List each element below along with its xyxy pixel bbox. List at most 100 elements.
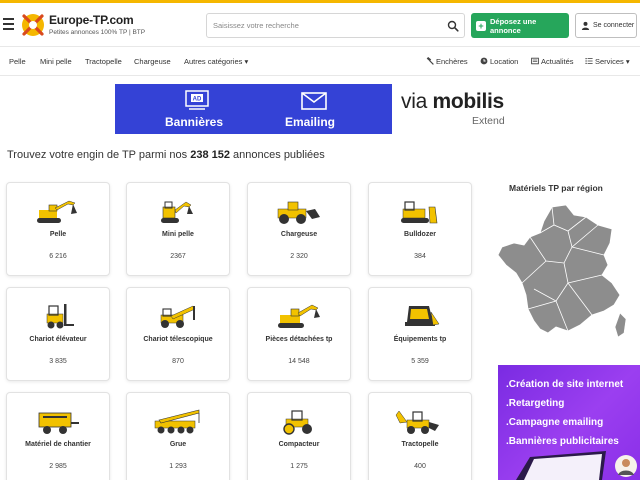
clock-icon	[480, 57, 488, 65]
nav-item-services[interactable]: Services ▾	[585, 57, 630, 66]
extend-text: Extend	[472, 115, 505, 127]
plus-icon: +	[476, 20, 486, 31]
category-card-bulldozer[interactable]: Bulldozer 384	[368, 182, 472, 276]
category-card-compacteur[interactable]: Compacteur 1 275	[247, 392, 351, 480]
nav-item-label: Enchères	[436, 57, 468, 66]
search-box	[206, 13, 465, 38]
category-count: 6 216	[49, 253, 67, 260]
nav-item-label: Actualités	[541, 57, 574, 66]
excavator-icon	[37, 200, 77, 223]
category-card-pelle[interactable]: Pelle 6 216	[6, 182, 110, 276]
excavator-parts-icon	[278, 304, 320, 328]
search-icon[interactable]	[447, 20, 459, 32]
category-card-chariot-telescopique[interactable]: Chariot télescopique 870	[126, 287, 230, 381]
nav-item-tractopelle[interactable]: Tractopelle	[85, 57, 122, 66]
compressor-icon	[38, 412, 79, 434]
bulldozer-icon	[401, 201, 438, 224]
login-button[interactable]: Se connecter	[575, 13, 637, 38]
banner-label-emailing: Emailing	[285, 115, 336, 129]
gavel-icon	[426, 57, 434, 65]
nav-item-mini-pelle[interactable]: Mini pelle	[40, 57, 72, 66]
banner-blue-panel: AD Bannières Emailing	[115, 84, 392, 134]
ad-line-site-internet: .Création de site internet	[506, 379, 624, 390]
category-title: Compacteur	[278, 441, 320, 448]
ad-line-bannieres: .Bannières publicitaires	[506, 436, 619, 447]
post-ad-label: Déposez une annonce	[489, 16, 537, 35]
category-count: 2367	[170, 253, 186, 260]
list-icon	[585, 58, 593, 64]
nav-item-chargeuse[interactable]: Chargeuse	[134, 57, 171, 66]
nav-item-label: Location	[490, 57, 519, 66]
category-count: 870	[172, 358, 184, 365]
services-ad[interactable]: .Création de site internet .Retargeting …	[498, 365, 640, 480]
category-title: Matériel de chantier	[25, 441, 91, 448]
main-nav: Pelle Mini pelle Tractopelle Chargeuse A…	[0, 48, 640, 76]
category-count: 2 320	[290, 253, 308, 260]
category-title: Chariot élévateur	[29, 336, 87, 343]
nav-item-label: Autres catégories	[184, 57, 243, 66]
newspaper-icon	[531, 57, 539, 65]
telehandler-icon	[160, 305, 196, 328]
login-label: Se connecter	[593, 22, 635, 29]
nav-item-pelle[interactable]: Pelle	[9, 57, 26, 66]
category-title: Pelle	[49, 231, 67, 238]
crane-icon	[154, 409, 200, 434]
mobilis-text: mobilis	[432, 90, 505, 113]
category-title: Grue	[169, 441, 187, 448]
via-mobilis-logo: via mobilis	[401, 90, 504, 114]
mini-excavator-icon	[161, 201, 193, 223]
menu-icon[interactable]	[3, 18, 14, 30]
laptop-illustration-icon	[516, 451, 637, 480]
page-headline: Trouvez votre engin de TP parmi nos 238 …	[7, 149, 325, 161]
category-count: 1 275	[290, 463, 308, 470]
nav-item-actualites[interactable]: Actualités	[531, 57, 574, 66]
category-count: 14 548	[288, 358, 310, 365]
category-card-materiel-chantier[interactable]: Matériel de chantier 2 985	[6, 392, 110, 480]
via-text: via	[401, 90, 427, 113]
category-count: 1 293	[169, 463, 187, 470]
brand-name[interactable]: Europe-TP.com	[49, 13, 134, 27]
category-card-tractopelle[interactable]: Tractopelle 400	[368, 392, 472, 480]
chevron-down-icon: ▾	[625, 57, 630, 66]
site-header: Europe-TP.com Petites annonces 100% TP |…	[0, 3, 640, 47]
france-region-map[interactable]	[494, 203, 630, 341]
category-card-mini-pelle[interactable]: Mini pelle 2367	[126, 182, 230, 276]
ad-line-retargeting: .Retargeting	[506, 398, 565, 409]
category-title: Chargeuse	[280, 231, 318, 238]
category-card-chariot-elevateur[interactable]: Chariot élévateur 3 835	[6, 287, 110, 381]
logo-icon[interactable]	[20, 12, 46, 38]
category-title: Pièces détachées tp	[265, 336, 333, 343]
promo-banner[interactable]: AD Bannières Emailing via mobilis Extend	[115, 84, 525, 134]
category-count: 3 835	[49, 358, 67, 365]
category-card-chargeuse[interactable]: Chargeuse 2 320	[247, 182, 351, 276]
envelope-icon	[301, 92, 327, 110]
equipment-icon	[405, 306, 440, 326]
headline-suffix: annonces publiées	[230, 149, 325, 161]
backhoe-icon	[395, 410, 439, 434]
chevron-down-icon: ▾	[244, 57, 249, 66]
category-title: Bulldozer	[404, 231, 436, 238]
category-title: Chariot télescopique	[143, 336, 213, 343]
forklift-icon	[46, 304, 74, 329]
category-title: Tractopelle	[401, 441, 439, 448]
category-count: 384	[414, 253, 426, 260]
category-count: 5 359	[411, 358, 429, 365]
category-title: Mini pelle	[162, 231, 194, 238]
category-card-pieces-detachees[interactable]: Pièces détachées tp 14 548	[247, 287, 351, 381]
search-input[interactable]	[213, 18, 438, 33]
banner-label-bannieres: Bannières	[165, 115, 224, 129]
nav-item-location[interactable]: Location	[480, 57, 518, 66]
category-title: Équipements tp	[393, 336, 447, 343]
category-card-grue[interactable]: Grue 1 293	[126, 392, 230, 480]
post-ad-button[interactable]: + Déposez une annonce	[471, 13, 569, 38]
svg-text:AD: AD	[193, 97, 202, 103]
category-count: 2 985	[49, 463, 67, 470]
nav-item-autres-categories[interactable]: Autres catégories ▾	[184, 57, 248, 66]
region-map-title: Matériels TP par région	[509, 183, 603, 193]
ad-line-campagne-emailing: .Campagne emailing	[506, 417, 604, 428]
compactor-icon	[283, 410, 312, 435]
nav-item-encheres[interactable]: Enchères	[426, 57, 468, 66]
user-icon	[581, 21, 590, 30]
listing-count: 238 152	[190, 149, 230, 161]
category-card-equipements[interactable]: Équipements tp 5 359	[368, 287, 472, 381]
